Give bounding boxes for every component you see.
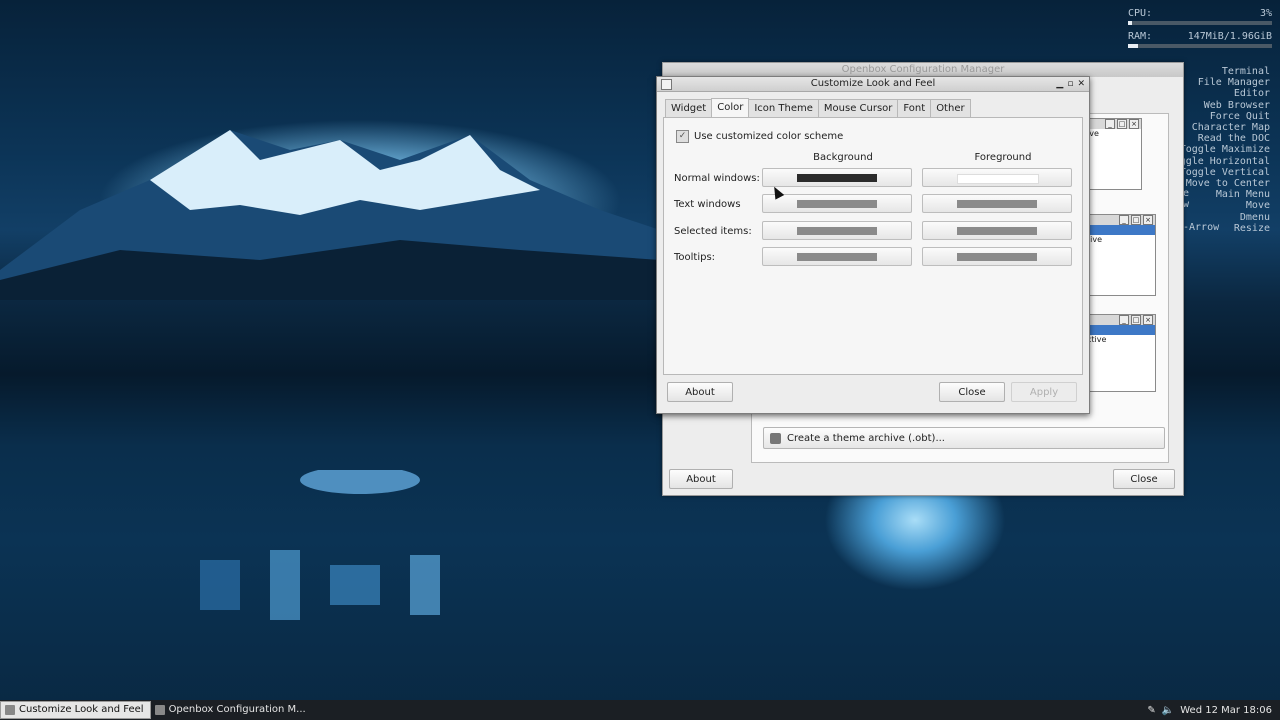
tab-bar: Widget Color Icon Theme Mouse Cursor Fon…	[665, 98, 971, 118]
clock[interactable]: Wed 12 Mar 18:06	[1180, 705, 1272, 716]
minimize-icon[interactable]: ▁	[1056, 77, 1063, 91]
maximize-icon: □	[1131, 315, 1141, 325]
tooltips-fg-button[interactable]	[922, 247, 1072, 266]
color-tab-panel: ✓ Use customized color scheme Background…	[663, 117, 1083, 375]
color-swatch	[957, 253, 1037, 261]
close-icon: ×	[1143, 215, 1153, 225]
create-theme-archive-button[interactable]: Create a theme archive (.obt)...	[763, 427, 1165, 449]
window-titlebar[interactable]: Customize Look and Feel ▁ ▫ ✕	[657, 77, 1089, 92]
ram-value: 147MiB/1.96GiB	[1187, 31, 1272, 42]
ram-label: RAM:	[1128, 31, 1153, 42]
color-swatch	[957, 174, 1039, 184]
normal-windows-bg-button[interactable]	[762, 168, 912, 187]
row-label-text-windows: Text windows	[674, 199, 741, 210]
color-swatch	[797, 200, 877, 208]
about-button[interactable]: About	[667, 382, 733, 402]
taskbar-item-label: Customize Look and Feel	[19, 704, 144, 715]
minimize-icon: _	[1119, 315, 1129, 325]
theme-thumbnail[interactable]: _ □ × tive	[1084, 214, 1156, 296]
edit-icon[interactable]: ✎	[1147, 705, 1155, 716]
row-label-normal-windows: Normal windows:	[674, 173, 760, 184]
row-label-selected-items: Selected items:	[674, 226, 752, 237]
window-icon	[5, 705, 15, 715]
text-windows-bg-button[interactable]	[762, 194, 912, 213]
close-icon: ×	[1143, 315, 1153, 325]
close-button[interactable]: Close	[939, 382, 1005, 402]
customize-look-feel-window[interactable]: Customize Look and Feel ▁ ▫ ✕ Widget Col…	[656, 76, 1090, 414]
color-swatch	[797, 253, 877, 261]
tooltips-bg-button[interactable]	[762, 247, 912, 266]
cpu-bar-fill	[1128, 21, 1133, 25]
color-swatch	[797, 174, 877, 182]
foreground-column-header: Foreground	[974, 152, 1032, 163]
thumb-label: tive	[1087, 235, 1103, 244]
minimize-icon: _	[1119, 215, 1129, 225]
keybind-key-w: w	[1183, 199, 1190, 211]
thumb-label: ive	[1087, 129, 1099, 138]
volume-icon[interactable]: 🔈	[1162, 705, 1174, 716]
tab-color[interactable]: Color	[711, 98, 750, 117]
theme-thumbnail[interactable]: _ □ × ctive	[1084, 314, 1156, 392]
taskbar-item-label: Openbox Configuration M...	[168, 704, 306, 715]
close-button[interactable]: Close	[1113, 469, 1175, 489]
taskbar-item-openbox-config[interactable]: Openbox Configuration M...	[151, 701, 312, 719]
thumb-label: ctive	[1087, 335, 1107, 344]
checkbox-check-icon[interactable]: ✓	[676, 130, 689, 143]
system-tray: ✎ 🔈 Wed 12 Mar 18:06	[1147, 700, 1272, 720]
maximize-icon: □	[1131, 215, 1141, 225]
tab-other[interactable]: Other	[930, 99, 971, 117]
archive-button-label: Create a theme archive (.obt)...	[787, 432, 945, 444]
system-monitor: CPU: 3% RAM: 147MiB/1.96GiB	[1128, 8, 1272, 54]
keybind-fragment: e w -Arrow	[1183, 188, 1219, 233]
archive-icon	[770, 432, 781, 444]
tab-icon-theme[interactable]: Icon Theme	[748, 99, 819, 117]
keybind-key-e: e	[1183, 188, 1190, 199]
apply-button[interactable]: Apply	[1011, 382, 1077, 402]
cpu-bar	[1128, 21, 1272, 25]
wallpaper-reflection	[180, 466, 480, 630]
taskbar-item-customize-look-feel[interactable]: Customize Look and Feel	[0, 701, 151, 719]
window-icon	[154, 705, 165, 715]
cpu-label: CPU:	[1128, 8, 1153, 19]
selected-items-bg-button[interactable]	[762, 221, 912, 240]
color-swatch	[957, 200, 1037, 208]
theme-thumbnail[interactable]: _ □ × ive	[1084, 118, 1142, 190]
color-swatch	[797, 227, 877, 235]
app-icon	[661, 79, 672, 90]
wallpaper-mountains	[0, 120, 660, 300]
row-label-tooltips: Tooltips:	[674, 252, 716, 263]
maximize-icon: □	[1117, 119, 1127, 129]
keybind-key-arrow: -Arrow	[1183, 221, 1220, 233]
checkbox-label: Use customized color scheme	[694, 131, 844, 142]
close-icon: ×	[1129, 119, 1139, 129]
ram-bar-fill	[1128, 44, 1139, 48]
about-button[interactable]: About	[669, 469, 733, 489]
tab-widget[interactable]: Widget	[665, 99, 713, 117]
maximize-icon[interactable]: ▫	[1067, 77, 1073, 91]
taskbar: Customize Look and Feel Openbox Configur…	[0, 700, 1280, 720]
minimize-icon: _	[1105, 119, 1115, 129]
close-icon[interactable]: ✕	[1077, 77, 1085, 91]
window-title: Customize Look and Feel	[810, 78, 936, 89]
tab-font[interactable]: Font	[897, 99, 932, 117]
ram-bar	[1128, 44, 1272, 48]
tab-mouse-cursor[interactable]: Mouse Cursor	[817, 99, 899, 117]
text-windows-fg-button[interactable]	[922, 194, 1072, 213]
cpu-value: 3%	[1259, 8, 1272, 19]
normal-windows-fg-button[interactable]	[922, 168, 1072, 187]
use-custom-color-checkbox[interactable]: ✓ Use customized color scheme	[676, 130, 843, 143]
openbox-config-titlebar[interactable]: Openbox Configuration Manager	[663, 63, 1183, 77]
color-swatch	[957, 227, 1037, 235]
selected-items-fg-button[interactable]	[922, 221, 1072, 240]
background-column-header: Background	[813, 152, 873, 163]
